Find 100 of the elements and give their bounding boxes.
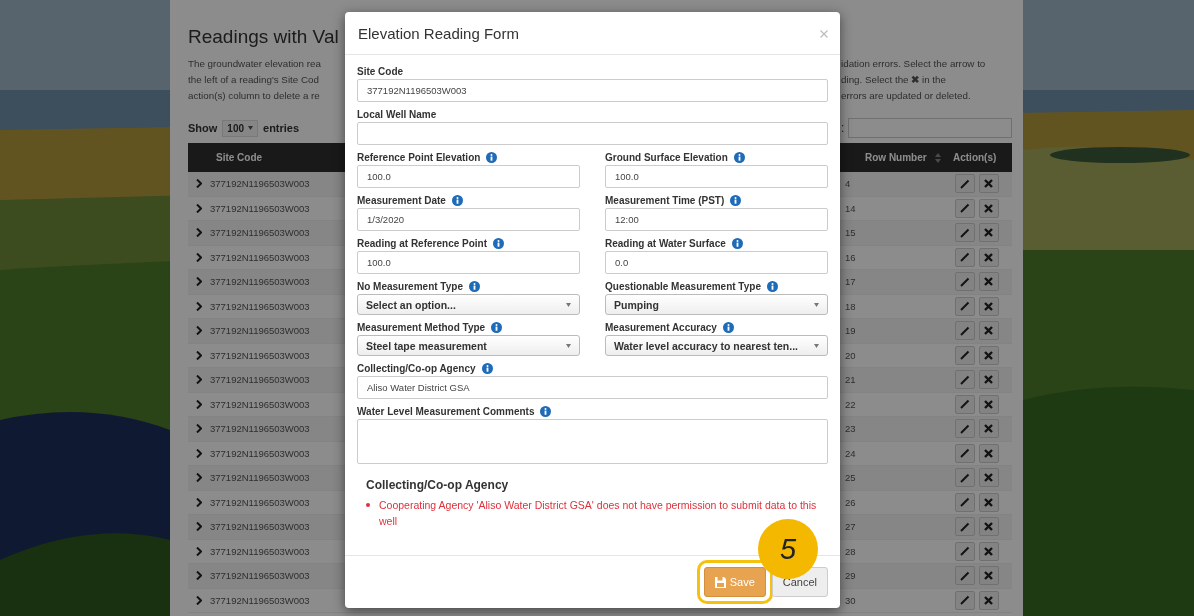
edit-button[interactable] xyxy=(954,272,975,292)
column-header[interactable]: Site Code xyxy=(188,152,346,163)
info-icon[interactable] xyxy=(731,237,743,249)
delete-button[interactable] xyxy=(978,443,999,463)
chevron-icon[interactable] xyxy=(196,277,202,287)
input-field[interactable]: 377192N1196503W003 xyxy=(357,79,828,102)
chevron-icon[interactable] xyxy=(196,595,202,605)
edit-button[interactable] xyxy=(954,370,975,390)
delete-button[interactable] xyxy=(978,517,999,537)
edit-button[interactable] xyxy=(954,468,975,488)
table-cell-text: 26 xyxy=(844,496,857,508)
edit-button[interactable] xyxy=(954,590,975,610)
info-icon[interactable] xyxy=(486,151,498,163)
edit-button[interactable] xyxy=(954,541,975,561)
chevron-icon[interactable] xyxy=(196,252,202,262)
info-icon[interactable] xyxy=(451,194,463,206)
delete-button[interactable] xyxy=(978,321,999,341)
field-label: Local Well Name xyxy=(357,108,437,120)
description-text: ding. Select the ✖ in the xyxy=(841,73,947,87)
edit-button[interactable] xyxy=(954,321,975,341)
info-icon[interactable] xyxy=(733,151,745,163)
edit-button[interactable] xyxy=(954,517,975,537)
edit-button[interactable] xyxy=(954,296,975,316)
delete-button[interactable] xyxy=(978,541,999,561)
chevron-icon[interactable] xyxy=(196,424,202,434)
info-icon[interactable] xyxy=(468,280,480,292)
info-icon[interactable] xyxy=(481,362,493,374)
edit-button[interactable] xyxy=(954,174,975,194)
bullet-icon xyxy=(366,503,370,507)
close-icon xyxy=(984,375,993,385)
info-icon[interactable] xyxy=(730,194,742,206)
chevron-icon[interactable] xyxy=(196,497,202,507)
info-icon[interactable] xyxy=(493,237,505,249)
close-icon xyxy=(984,399,993,409)
chevron-icon[interactable] xyxy=(196,179,202,189)
edit-button[interactable] xyxy=(954,492,975,512)
table-cell: 377192N1196503W003 xyxy=(210,570,310,582)
delete-button[interactable] xyxy=(978,394,999,414)
info-icon[interactable] xyxy=(491,321,503,333)
input-field[interactable]: 100.0 xyxy=(357,165,580,188)
chevron-icon[interactable] xyxy=(196,522,202,532)
chevron-icon[interactable] xyxy=(196,350,202,360)
input-field[interactable]: 100.0 xyxy=(357,251,580,274)
chevron-icon[interactable] xyxy=(196,473,202,483)
info-icon[interactable] xyxy=(722,321,734,333)
edit-button[interactable] xyxy=(954,198,975,218)
edit-button[interactable] xyxy=(954,394,975,414)
chevron-icon[interactable] xyxy=(196,571,202,581)
field-label: Questionable Measurement Type xyxy=(605,280,761,292)
table-cell-text: 21 xyxy=(844,374,857,386)
delete-button[interactable] xyxy=(978,198,999,218)
delete-button[interactable] xyxy=(978,370,999,390)
delete-button[interactable] xyxy=(978,296,999,316)
entries-select[interactable]: 100 xyxy=(222,119,259,137)
info-icon[interactable] xyxy=(766,280,778,292)
input-field[interactable] xyxy=(357,122,828,145)
delete-button[interactable] xyxy=(978,272,999,292)
delete-button[interactable] xyxy=(978,590,999,610)
input-field[interactable]: Aliso Water District GSA xyxy=(357,376,828,399)
info-icon[interactable] xyxy=(540,405,552,417)
search-field[interactable] xyxy=(848,118,1012,138)
chevron-icon[interactable] xyxy=(196,375,202,385)
select-field[interactable]: Pumping xyxy=(605,294,828,315)
input-field[interactable]: 100.0 xyxy=(605,165,828,188)
delete-button[interactable] xyxy=(978,419,999,439)
chevron-icon[interactable] xyxy=(196,399,202,409)
column-header[interactable]: Row Number xyxy=(853,152,927,163)
edit-button[interactable] xyxy=(954,345,975,365)
chevron-icon[interactable] xyxy=(196,326,202,336)
edit-button[interactable] xyxy=(954,247,975,267)
delete-button[interactable] xyxy=(978,174,999,194)
table-cell: 377192N1196503W003 xyxy=(210,276,310,288)
edit-button[interactable] xyxy=(954,566,975,586)
comments-field[interactable] xyxy=(357,419,828,464)
edit-button[interactable] xyxy=(954,223,975,243)
delete-button[interactable] xyxy=(978,345,999,365)
select-field[interactable]: Water level accuracy to nearest ten... xyxy=(605,335,828,356)
delete-button[interactable] xyxy=(978,468,999,488)
chevron-icon[interactable] xyxy=(196,203,202,213)
pencil-icon xyxy=(959,423,970,434)
chevron-icon[interactable] xyxy=(196,448,202,458)
input-field[interactable]: 0.0 xyxy=(605,251,828,274)
input-field[interactable]: 12:00 xyxy=(605,208,828,231)
delete-button[interactable] xyxy=(978,223,999,243)
field-label: Collecting/Co-op Agency xyxy=(357,362,476,374)
edit-button[interactable] xyxy=(954,443,975,463)
close-icon xyxy=(984,595,993,605)
edit-button[interactable] xyxy=(954,419,975,439)
input-field[interactable]: 1/3/2020 xyxy=(357,208,580,231)
chevron-icon[interactable] xyxy=(196,546,202,556)
delete-button[interactable] xyxy=(978,247,999,267)
chevron-icon[interactable] xyxy=(196,301,202,311)
select-field[interactable]: Steel tape measurement xyxy=(357,335,580,356)
delete-button[interactable] xyxy=(978,492,999,512)
close-icon xyxy=(984,228,993,238)
pencil-icon xyxy=(959,595,970,606)
chevron-icon[interactable] xyxy=(196,228,202,238)
delete-button[interactable] xyxy=(978,566,999,586)
select-field[interactable]: Select an option... xyxy=(357,294,580,315)
table-cell: 377192N1196503W003 xyxy=(210,300,310,312)
